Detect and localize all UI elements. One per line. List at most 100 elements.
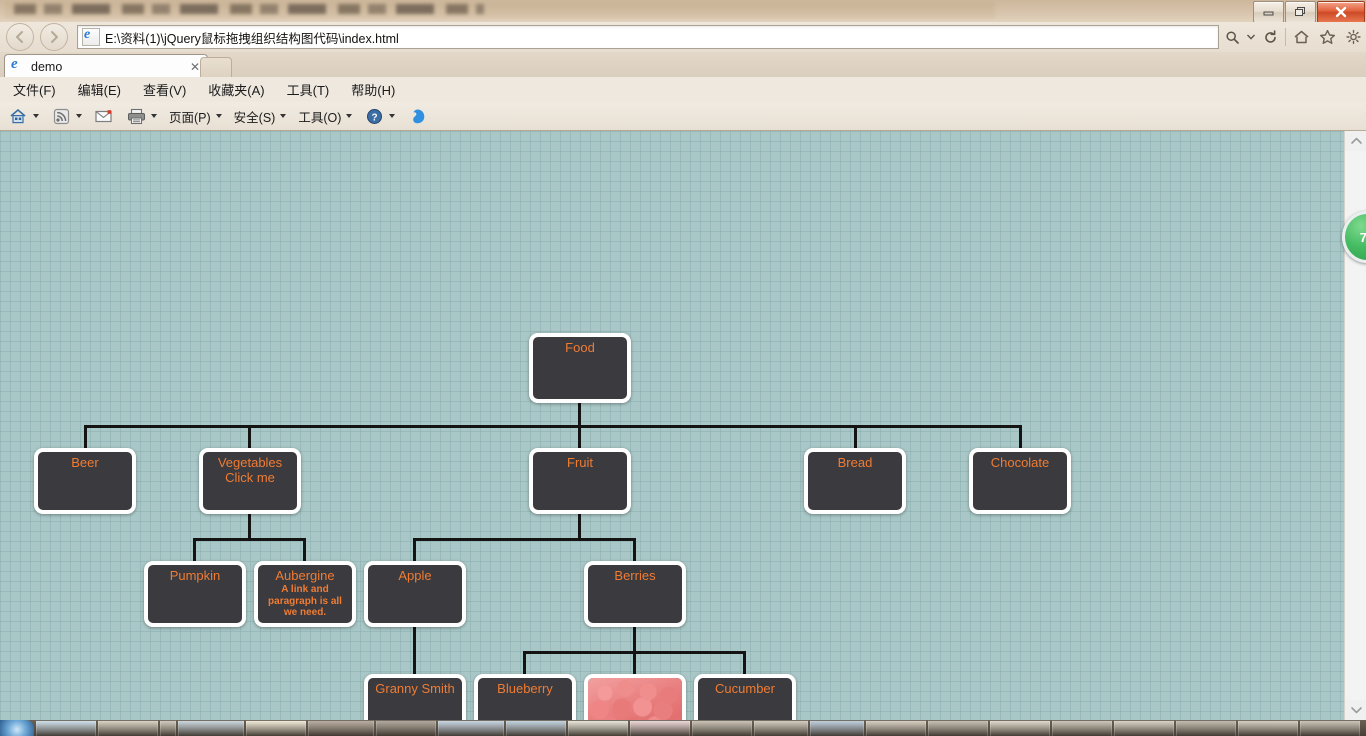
taskbar-item[interactable] xyxy=(692,720,752,736)
command-print-button[interactable] xyxy=(122,105,161,127)
home-button[interactable] xyxy=(1288,26,1314,48)
settings-button[interactable] xyxy=(1340,26,1366,48)
connector-drop-raspberry xyxy=(633,651,636,674)
favorites-button[interactable] xyxy=(1314,26,1340,48)
command-help-button[interactable]: ? xyxy=(360,105,399,127)
scroll-down-button[interactable] xyxy=(1345,700,1366,720)
toolbar-divider xyxy=(1285,28,1286,46)
command-page-menu[interactable]: 页面(P) xyxy=(165,105,226,127)
node-title: Vegetables xyxy=(217,455,283,470)
command-compatibility-button[interactable] xyxy=(403,105,431,127)
node-vegetables[interactable]: Vegetables Click me xyxy=(199,448,301,514)
tab-title: demo xyxy=(31,59,63,74)
command-safety-label: 安全(S) xyxy=(233,110,276,125)
command-safety-menu[interactable]: 安全(S) xyxy=(230,105,291,127)
tab-demo[interactable]: demo ✕ xyxy=(4,54,208,78)
taskbar-item[interactable] xyxy=(754,720,808,736)
refresh-button[interactable] xyxy=(1257,26,1283,48)
taskbar-item[interactable] xyxy=(1114,720,1174,736)
connector-apple-stem xyxy=(413,627,416,674)
menu-item-view[interactable]: 查看(V) xyxy=(134,78,195,101)
taskbar-item[interactable] xyxy=(178,720,244,736)
node-title: Bread xyxy=(837,455,873,470)
chevron-down-icon xyxy=(1247,34,1255,40)
chevron-down-icon xyxy=(215,114,222,118)
taskbar-item[interactable] xyxy=(36,720,96,736)
taskbar-item[interactable] xyxy=(1238,720,1298,736)
node-title: Aubergine xyxy=(275,568,335,583)
connector-fruit-stem xyxy=(578,514,581,538)
taskbar-item[interactable] xyxy=(1052,720,1112,736)
taskbar-item[interactable] xyxy=(866,720,926,736)
node-blueberry[interactable]: Blueberry xyxy=(474,674,576,720)
page-viewport[interactable]: Food Beer Vegetables Click me Fruit Bread Choc… xyxy=(0,131,1344,720)
command-home-button[interactable] xyxy=(4,105,43,127)
address-input[interactable]: E:\资料(1)\jQuery鼠标拖拽组织结构图代码\index.html xyxy=(77,25,1219,49)
node-cucumber[interactable]: Cucumber xyxy=(694,674,796,720)
chevron-down-icon xyxy=(1350,707,1362,714)
taskbar-item[interactable] xyxy=(810,720,864,736)
node-title: Beer xyxy=(71,455,99,470)
chevron-down-icon xyxy=(33,114,39,118)
node-title: Food xyxy=(565,340,595,355)
taskbar-item[interactable] xyxy=(308,720,374,736)
taskbar[interactable] xyxy=(0,720,1366,736)
connector-drop-berries xyxy=(633,538,636,561)
node-grannysmith[interactable]: Granny Smith xyxy=(364,674,466,720)
node-image-raspberry xyxy=(588,678,682,720)
forward-arrow-icon xyxy=(51,31,58,43)
menu-item-favorites[interactable]: 收藏夹(A) xyxy=(199,78,273,101)
node-bread[interactable]: Bread xyxy=(804,448,906,514)
restore-button[interactable] xyxy=(1285,1,1316,23)
node-title: Fruit xyxy=(567,455,593,470)
taskbar-item[interactable] xyxy=(376,720,436,736)
forward-button[interactable] xyxy=(40,23,68,51)
node-chocolate[interactable]: Chocolate xyxy=(969,448,1071,514)
menu-item-file[interactable]: 文件(F) xyxy=(4,78,65,101)
chevron-down-icon xyxy=(280,114,287,118)
settings-gear-icon xyxy=(1345,29,1361,45)
taskbar-item[interactable] xyxy=(438,720,504,736)
node-aubergine[interactable]: Aubergine A link and paragraph is all we … xyxy=(254,561,356,627)
taskbar-item[interactable] xyxy=(630,720,690,736)
node-paragraph: A link and paragraph is all we need. xyxy=(268,584,342,618)
start-button[interactable] xyxy=(0,720,34,736)
taskbar-item[interactable] xyxy=(1176,720,1236,736)
connector-drop-bread xyxy=(854,425,857,448)
node-pumpkin[interactable]: Pumpkin xyxy=(144,561,246,627)
taskbar-item[interactable] xyxy=(246,720,306,736)
node-subtitle[interactable]: Click me xyxy=(203,470,297,485)
menu-item-tools[interactable]: 工具(T) xyxy=(278,78,339,101)
org-chart[interactable]: Food Beer Vegetables Click me Fruit Bread Choc… xyxy=(0,131,1344,720)
node-berries[interactable]: Berries xyxy=(584,561,686,627)
taskbar-item[interactable] xyxy=(98,720,158,736)
taskbar-item[interactable] xyxy=(928,720,988,736)
new-tab-button[interactable] xyxy=(200,57,232,78)
search-dropdown-button[interactable] xyxy=(1245,26,1257,48)
node-apple[interactable]: Apple xyxy=(364,561,466,627)
node-beer[interactable]: Beer xyxy=(34,448,136,514)
taskbar-item[interactable] xyxy=(506,720,566,736)
taskbar-item[interactable] xyxy=(990,720,1050,736)
menu-item-edit[interactable]: 编辑(E) xyxy=(69,78,130,101)
back-button[interactable] xyxy=(6,23,34,51)
restore-icon xyxy=(1295,7,1305,16)
rss-feed-icon xyxy=(51,106,71,126)
command-feeds-button[interactable] xyxy=(47,105,86,127)
node-title: Cucumber xyxy=(715,681,775,696)
taskbar-item[interactable] xyxy=(160,720,176,736)
minimize-button[interactable] xyxy=(1253,1,1284,23)
node-fruit[interactable]: Fruit xyxy=(529,448,631,514)
command-mail-button[interactable] xyxy=(90,105,118,127)
node-title: Pumpkin xyxy=(169,568,221,583)
taskbar-item[interactable] xyxy=(568,720,628,736)
command-tools-menu[interactable]: 工具(O) xyxy=(294,105,356,127)
close-button[interactable] xyxy=(1317,1,1365,23)
search-button[interactable] xyxy=(1219,26,1245,48)
node-food[interactable]: Food xyxy=(529,333,631,403)
taskbar-item[interactable] xyxy=(1300,720,1360,736)
menu-item-help[interactable]: 帮助(H) xyxy=(342,78,404,101)
scroll-up-button[interactable] xyxy=(1345,131,1366,151)
node-raspberry[interactable] xyxy=(584,674,686,720)
address-bar-row: E:\资料(1)\jQuery鼠标拖拽组织结构图代码\index.html xyxy=(0,22,1366,52)
